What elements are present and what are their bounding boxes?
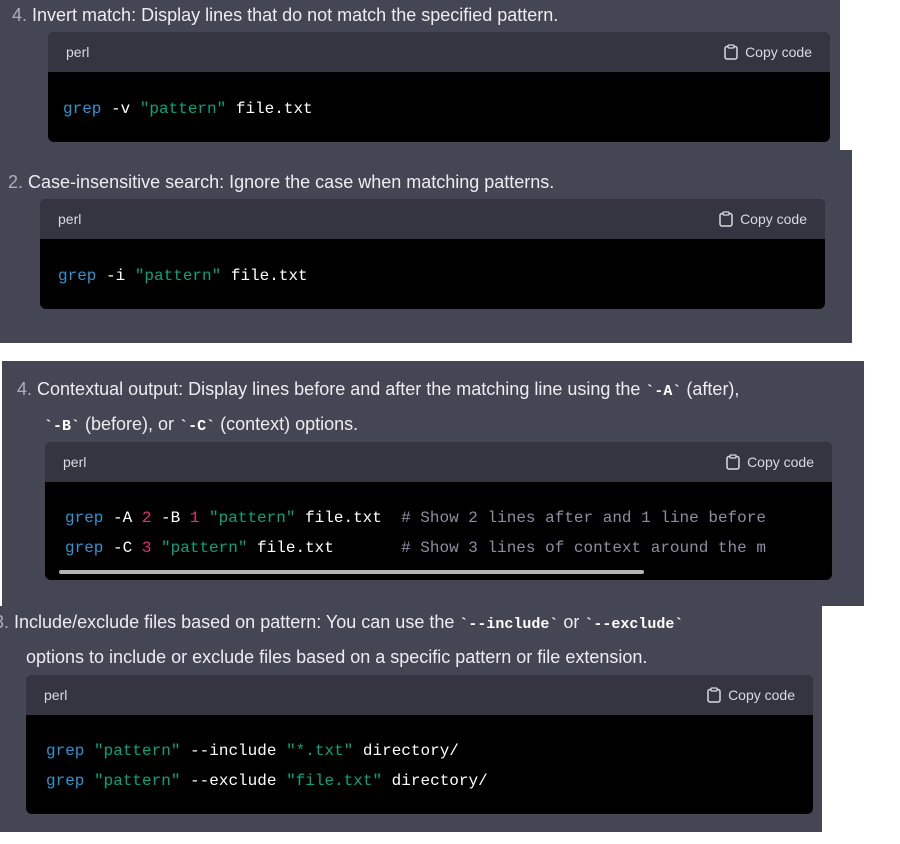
code-language: perl — [44, 687, 68, 703]
copy-code-label: Copy code — [747, 454, 814, 470]
code-header: perl Copy code — [45, 442, 832, 482]
code-content: grep -i "pattern" file.txt — [40, 239, 825, 291]
copy-code-label: Copy code — [745, 44, 812, 60]
copy-code-button[interactable]: Copy code — [724, 44, 812, 60]
code-block: perl Copy code grep -i "pattern" file.tx… — [40, 199, 825, 309]
section-contextual-output: 4. Contextual output: Display lines befo… — [2, 361, 864, 606]
copy-code-label: Copy code — [728, 687, 795, 703]
code-line: grep -A 2 -B 1 "pattern" file.txt # Show… — [65, 509, 766, 527]
list-number: 3. — [0, 612, 10, 632]
item-description: Contextual output: Display lines before … — [37, 379, 646, 399]
item-description: Include/exclude files based on pattern: … — [14, 612, 460, 632]
item-description: Case-insensitive search: Ignore the case… — [28, 172, 555, 192]
code-line: grep "pattern" --include "*.txt" directo… — [46, 742, 459, 760]
section-case-insensitive: 2. Case-insensitive search: Ignore the c… — [0, 150, 852, 343]
code-line: grep -v "pattern" file.txt — [63, 100, 313, 118]
list-number: 4. — [12, 5, 28, 25]
code-line: grep -i "pattern" file.txt — [58, 267, 308, 285]
code-language: perl — [63, 454, 87, 470]
copy-code-button[interactable]: Copy code — [719, 211, 807, 227]
copy-code-button[interactable]: Copy code — [707, 687, 795, 703]
code-line: grep -C 3 "pattern" file.txt # Show 3 li… — [65, 539, 766, 557]
code-block: perl Copy code grep -A 2 -B 1 "pattern" … — [45, 442, 832, 580]
list-item-text-continued: options to include or exclude files base… — [26, 647, 648, 667]
code-header: perl Copy code — [40, 199, 825, 239]
inline-code: `--include` — [459, 616, 559, 633]
list-number: 4. — [17, 379, 33, 399]
list-item-text: 2. Case-insensitive search: Ignore the c… — [8, 165, 554, 200]
inline-code: `--exclude` — [584, 616, 684, 633]
clipboard-icon — [719, 211, 733, 227]
clipboard-icon — [726, 454, 740, 470]
code-language: perl — [66, 44, 90, 60]
code-header: perl Copy code — [48, 32, 830, 72]
code-language: perl — [58, 211, 82, 227]
code-content: grep -v "pattern" file.txt — [48, 72, 830, 124]
code-line: grep "pattern" --exclude "file.txt" dire… — [46, 772, 488, 790]
horizontal-scrollbar[interactable] — [59, 570, 822, 574]
section-include-exclude: 3. Include/exclude files based on patter… — [0, 606, 822, 832]
clipboard-icon — [707, 687, 721, 703]
inline-code: `-C` — [179, 418, 216, 435]
item-description: Invert match: Display lines that do not … — [32, 5, 559, 25]
list-item-text: 3. Include/exclude files based on patter… — [0, 605, 683, 642]
list-item-text-continued: `-B` (before), or `-C` (context) options… — [44, 414, 359, 435]
copy-code-label: Copy code — [740, 211, 807, 227]
code-content: grep "pattern" --include "*.txt" directo… — [26, 715, 813, 796]
code-header: perl Copy code — [26, 675, 813, 715]
section-invert-match: 4. Invert match: Display lines that do n… — [0, 0, 840, 150]
copy-code-button[interactable]: Copy code — [726, 454, 814, 470]
list-number: 2. — [8, 172, 24, 192]
list-item-text: 4. Invert match: Display lines that do n… — [12, 0, 558, 33]
list-item-text: 4. Contextual output: Display lines befo… — [17, 379, 740, 400]
scrollbar-thumb[interactable] — [59, 570, 644, 574]
code-block: perl Copy code grep -v "pattern" file.tx… — [48, 32, 830, 142]
clipboard-icon — [724, 44, 738, 60]
code-block: perl Copy code grep "pattern" --include … — [26, 675, 813, 814]
inline-code: `-B` — [44, 418, 81, 435]
inline-code: `-A` — [645, 383, 682, 400]
code-content: grep -A 2 -B 1 "pattern" file.txt # Show… — [45, 482, 832, 563]
